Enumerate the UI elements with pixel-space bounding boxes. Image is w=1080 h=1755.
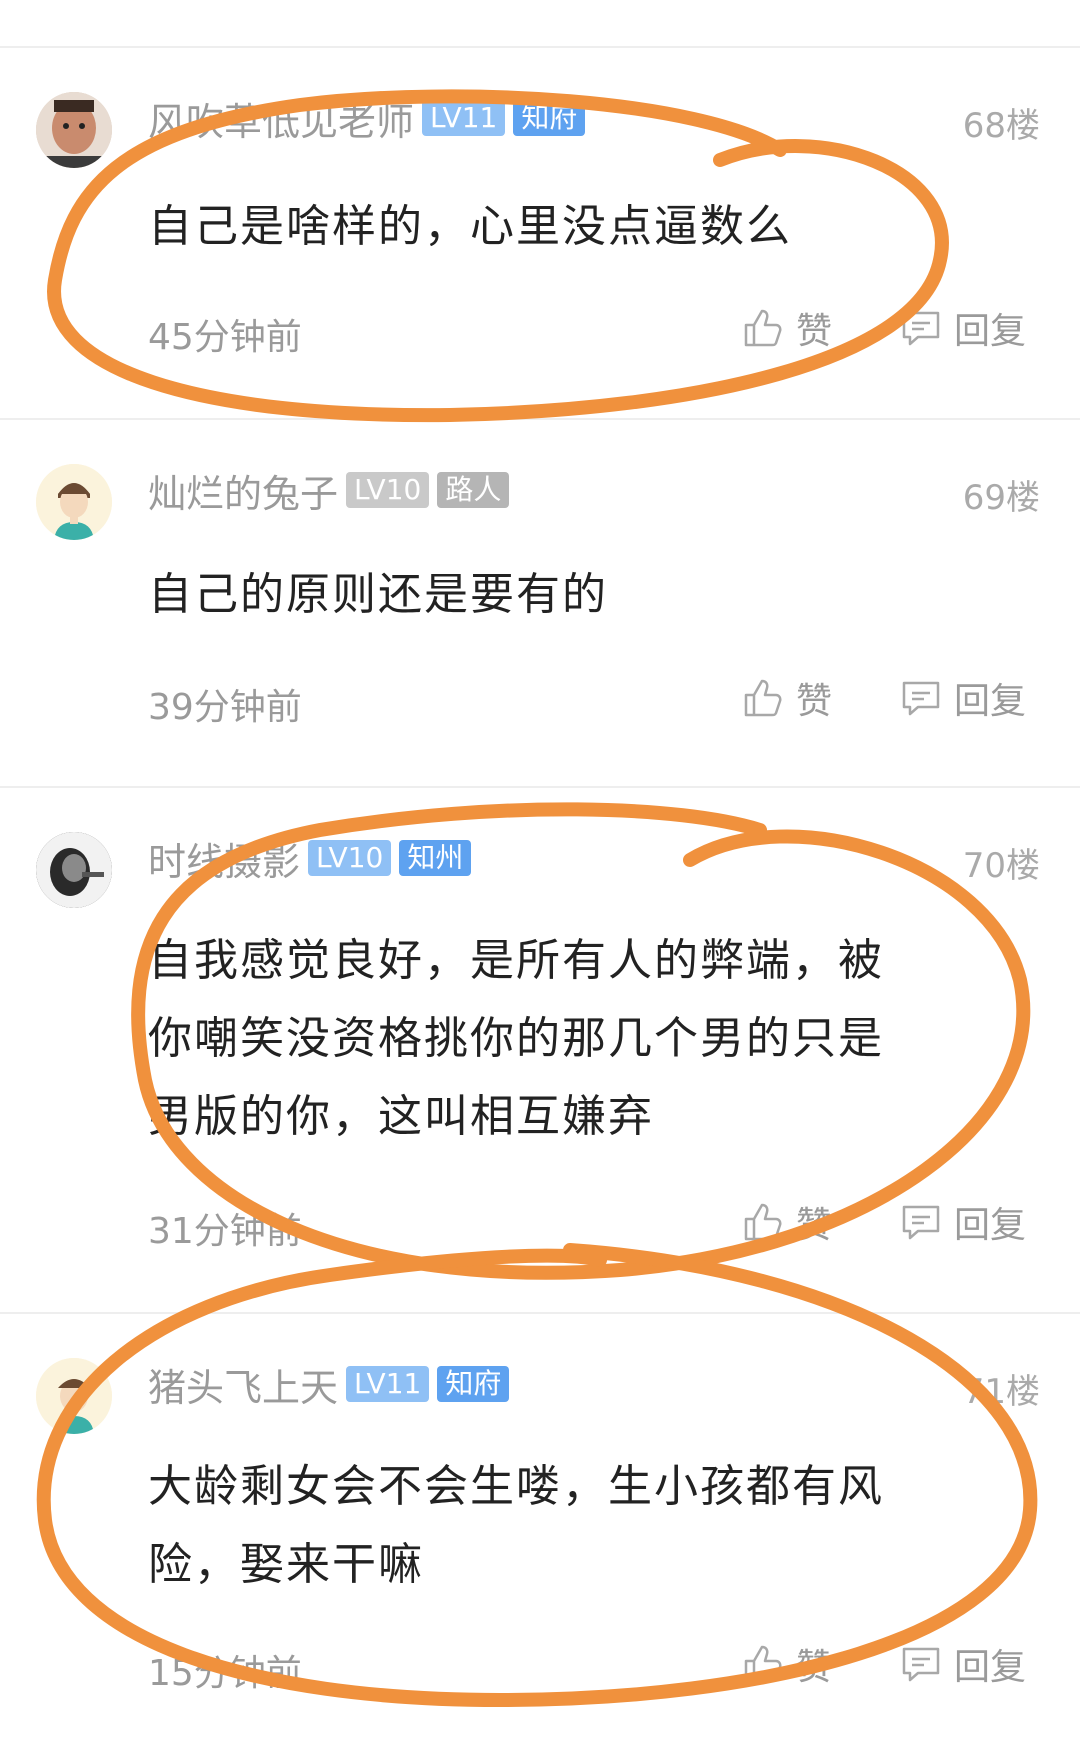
username[interactable]: 猪头飞上天 [148,1357,338,1412]
reply-button[interactable]: 回复 [900,672,1026,724]
comment-line: 自我感觉良好，是所有人的弊端，被 [148,935,884,986]
comment-bubble-icon [902,681,940,716]
timestamp: 31分钟前 [148,1211,302,1252]
like-label: 赞 [796,1205,833,1246]
reply-label: 回复 [954,681,1027,722]
avatar[interactable] [36,92,112,168]
post-header: 风吹草低见老师 LV11 知府 [148,96,586,144]
comment-line: 大龄剩女会不会生喽，生小孩都有风 [148,1461,884,1512]
timestamp: 15分钟前 [148,1653,302,1694]
like-button[interactable]: 赞 [742,302,832,354]
title-badge: 知府 [513,100,586,136]
comment-bubble-icon [902,311,940,346]
comment-text: 自己是啥样的，心里没点逼数么 [148,201,792,252]
comment-post-70: 时线摄影 LV10 知州 70楼 自我感觉良好，是所有人的弊端，被 你嘲笑没资格… [0,788,1080,1312]
username[interactable]: 时线摄影 [148,831,300,886]
title-badge: 路人 [437,472,510,508]
timestamp: 39分钟前 [148,687,302,728]
thumbs-up-icon [744,1203,782,1241]
floor-number: 70楼 [962,846,1040,886]
comment-line: 你嘲笑没资格挑你的那几个男的只是 [148,1013,884,1064]
like-label: 赞 [796,311,833,352]
reply-label: 回复 [954,1647,1027,1688]
comment-content: 自己的原则还是要有的 [148,556,968,634]
comment-bubble-icon [902,1647,940,1682]
comment-content: 自己是啥样的，心里没点逼数么 [148,188,968,266]
comment-content: 自我感觉良好，是所有人的弊端，被 你嘲笑没资格挑你的那几个男的只是 男版的你，这… [148,922,968,1156]
comment-post-71: 猪头飞上天 LV11 知府 71楼 大龄剩女会不会生喽，生小孩都有风 险，娶来干… [0,1314,1080,1755]
comment-text: 自己的原则还是要有的 [148,569,608,620]
reply-button[interactable]: 回复 [900,302,1026,354]
floor-number: 69楼 [962,478,1040,518]
avatar[interactable] [36,832,112,908]
reply-label: 回复 [954,311,1027,352]
level-badge: LV11 [422,100,506,136]
like-button[interactable]: 赞 [742,1196,832,1248]
post-header: 猪头飞上天 LV11 知府 [148,1362,510,1410]
timestamp: 45分钟前 [148,317,302,358]
thumbs-up-icon [744,679,782,717]
title-badge: 知府 [437,1366,510,1402]
username[interactable]: 风吹草低见老师 [148,91,414,146]
reply-label: 回复 [954,1205,1027,1246]
level-badge: LV10 [308,840,392,876]
title-badge: 知州 [399,840,472,876]
like-button[interactable]: 赞 [742,1638,832,1690]
thumbs-up-icon [744,309,782,347]
level-badge: LV11 [346,1366,430,1402]
reply-button[interactable]: 回复 [900,1638,1026,1690]
comment-content: 大龄剩女会不会生喽，生小孩都有风 险，娶来干嘛 [148,1448,968,1604]
like-label: 赞 [796,681,833,722]
reply-button[interactable]: 回复 [900,1196,1026,1248]
floor-number: 71楼 [962,1372,1040,1412]
username[interactable]: 灿烂的兔子 [148,463,338,518]
thumbs-up-icon [744,1645,782,1683]
avatar[interactable] [36,1358,112,1434]
like-label: 赞 [796,1647,833,1688]
comment-line: 险，娶来干嘛 [148,1539,424,1590]
avatar[interactable] [36,464,112,540]
comment-post-68: 风吹草低见老师 LV11 知府 68楼 自己是啥样的，心里没点逼数么 45分钟前… [0,48,1080,418]
post-header: 灿烂的兔子 LV10 路人 [148,468,510,516]
post-header: 时线摄影 LV10 知州 [148,836,472,884]
comment-post-69: 灿烂的兔子 LV10 路人 69楼 自己的原则还是要有的 39分钟前 赞 回复 [0,420,1080,786]
comment-bubble-icon [902,1205,940,1240]
level-badge: LV10 [346,472,430,508]
comment-line: 男版的你，这叫相互嫌弃 [148,1091,654,1142]
like-button[interactable]: 赞 [742,672,832,724]
floor-number: 68楼 [962,106,1040,146]
